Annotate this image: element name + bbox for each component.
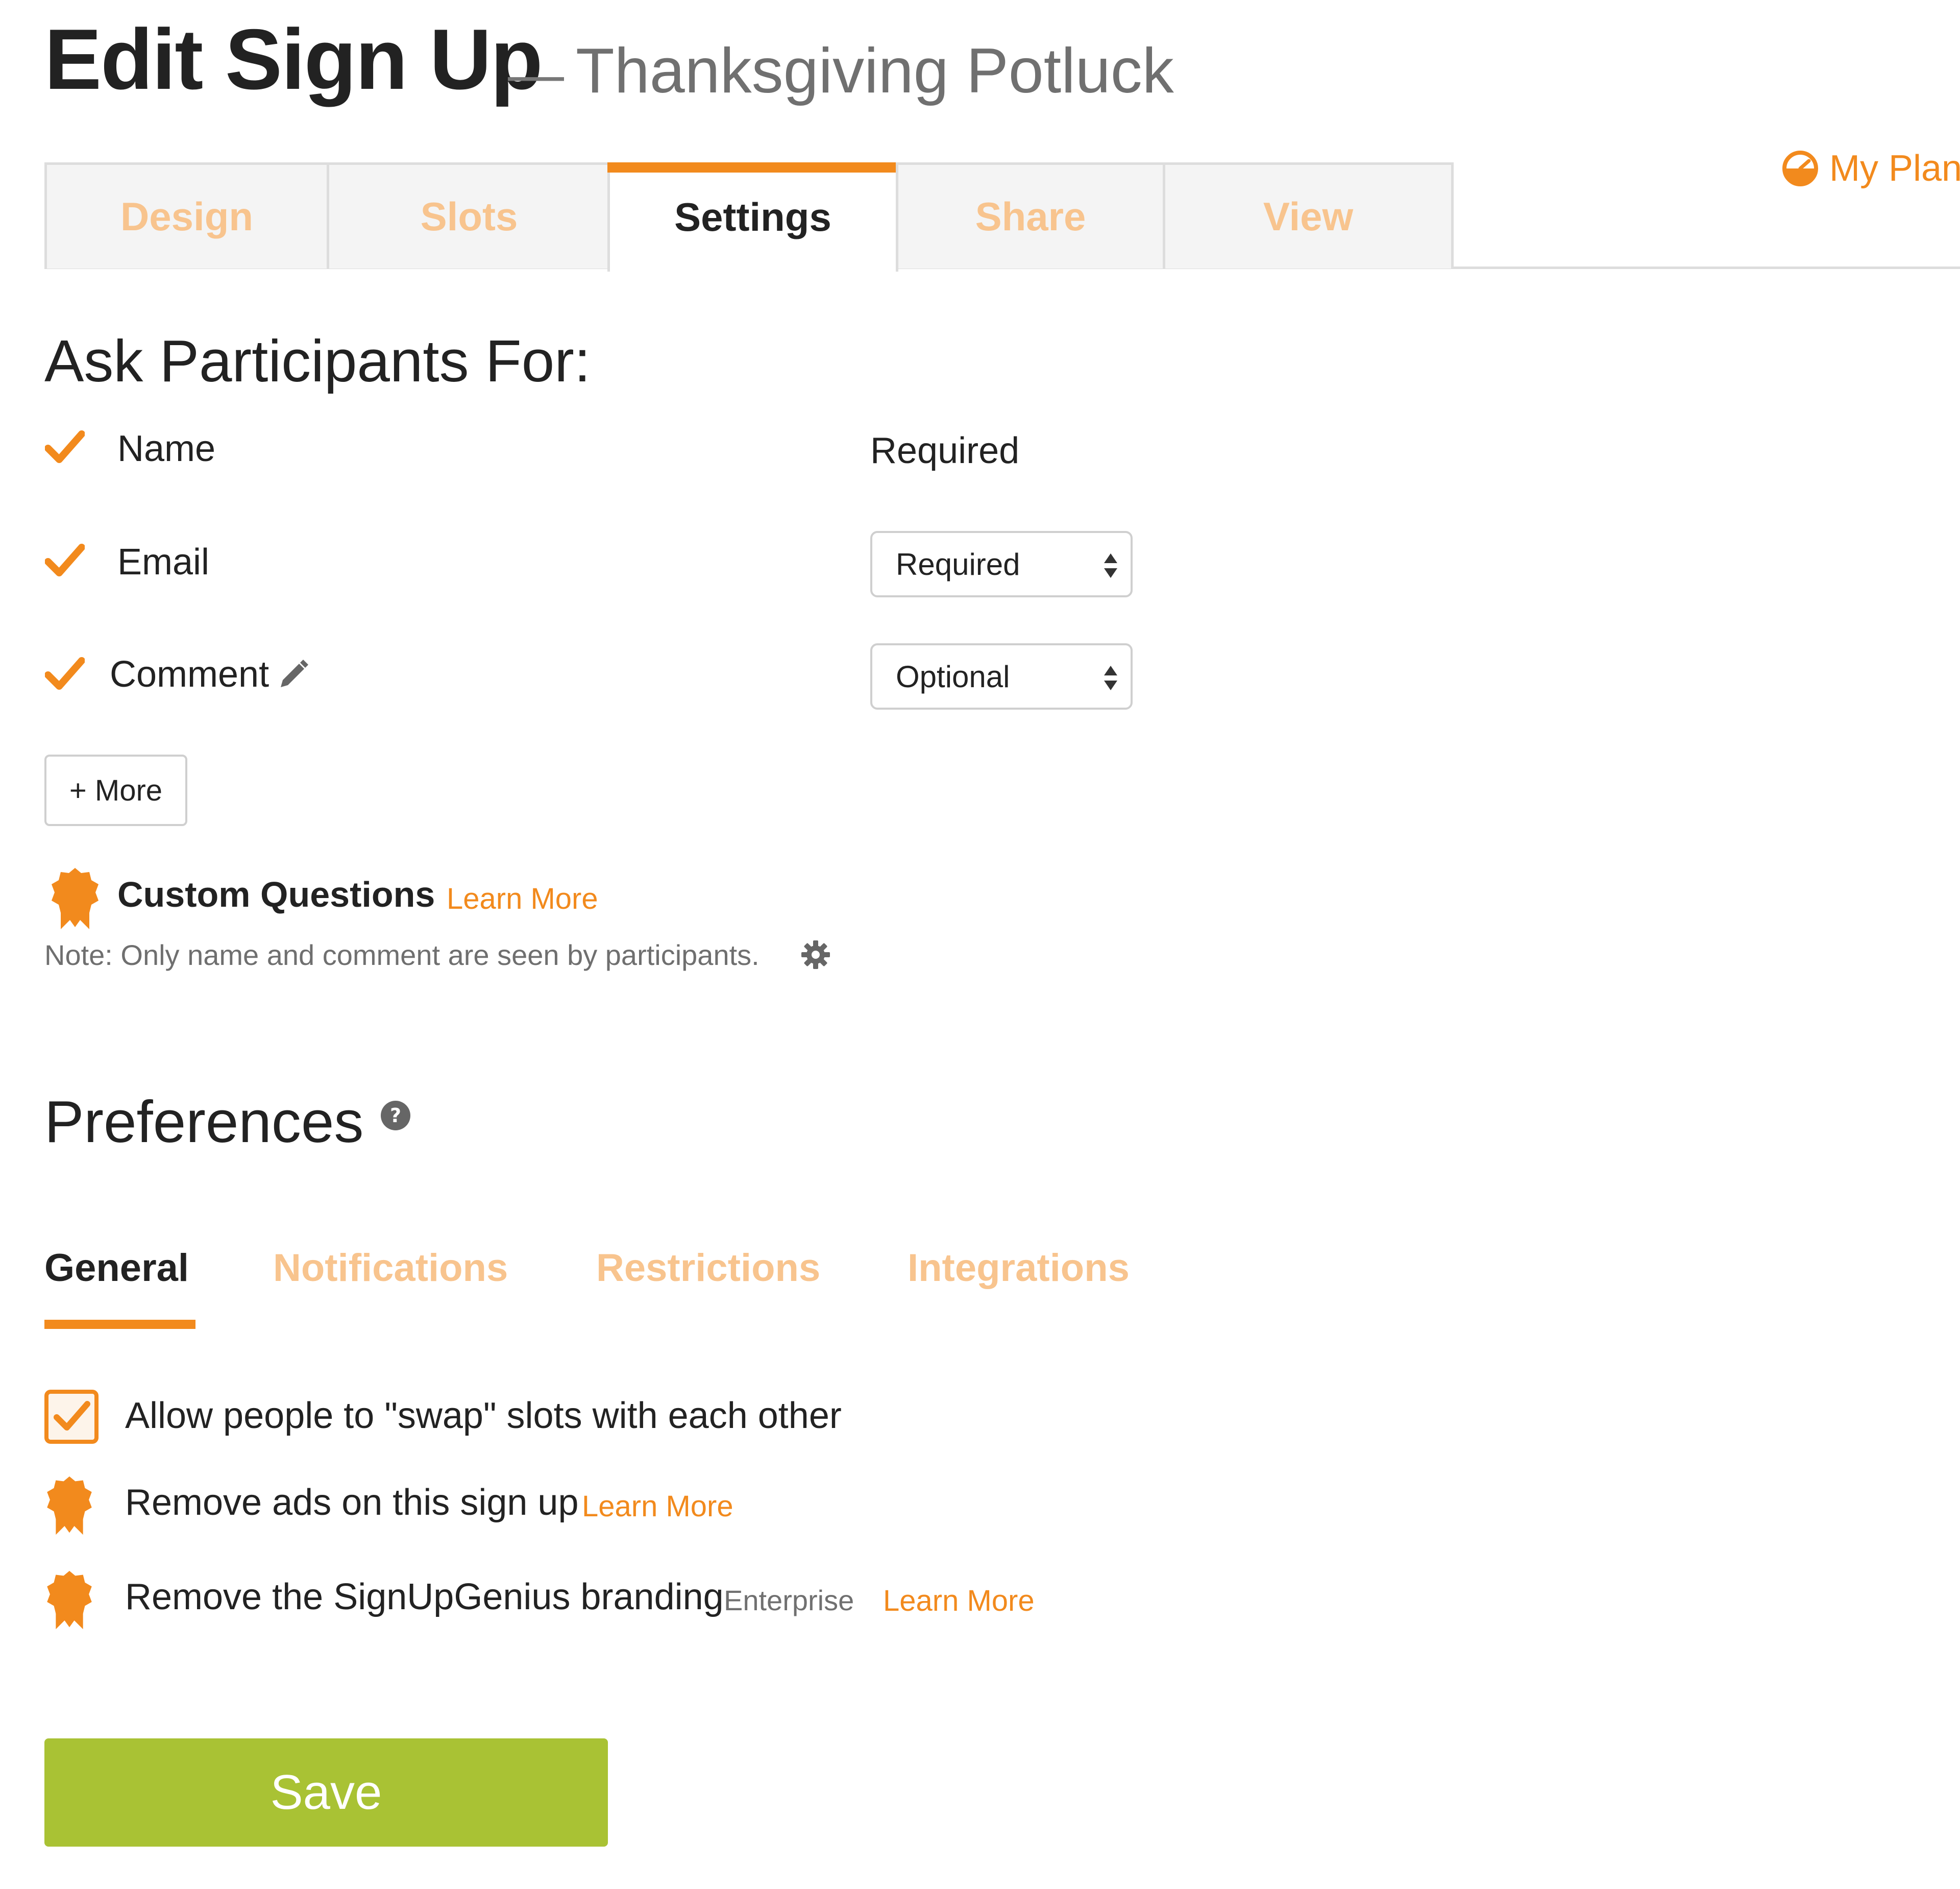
tab-view[interactable]: View <box>1163 162 1454 269</box>
custom-questions-label: Custom Questions <box>117 875 435 914</box>
premium-badge-icon <box>47 1570 92 1630</box>
event-name: Thanksgiving Potluck <box>576 36 1174 106</box>
swap-slots-checkbox[interactable] <box>44 1390 99 1444</box>
active-subtab-indicator <box>44 1320 195 1329</box>
preferences-heading: Preferences <box>44 1088 364 1155</box>
remove-branding-learn-more-link[interactable]: Learn More <box>883 1584 1035 1618</box>
page-title: Edit Sign Up <box>44 11 543 107</box>
tab-label: Slots <box>420 194 518 239</box>
select-value: Optional <box>896 659 1010 694</box>
field-label-comment: Comment <box>110 654 270 695</box>
name-requirement-text: Required <box>870 430 1020 471</box>
custom-questions-learn-more-link[interactable]: Learn More <box>447 882 598 916</box>
tab-slots[interactable]: Slots <box>327 162 611 269</box>
swap-slots-label: Allow people to "swap" slots with each o… <box>125 1395 842 1436</box>
save-button[interactable]: Save <box>44 1738 608 1847</box>
remove-ads-learn-more-link[interactable]: Learn More <box>582 1489 733 1523</box>
remove-ads-label: Remove ads on this sign up <box>125 1482 579 1523</box>
tab-label: View <box>1263 194 1354 239</box>
tab-design[interactable]: Design <box>44 162 329 269</box>
enterprise-tag: Enterprise <box>724 1584 854 1616</box>
field-label-email: Email <box>117 542 210 583</box>
subtab-general[interactable]: General <box>44 1246 189 1290</box>
email-requirement-select[interactable]: Required <box>870 531 1133 597</box>
gear-icon[interactable] <box>800 939 831 970</box>
tab-settings[interactable]: Settings <box>607 162 898 272</box>
svg-text:?: ? <box>390 1104 401 1127</box>
field-label-name: Name <box>117 428 216 469</box>
remove-branding-label: Remove the SignUpGenius branding <box>125 1577 724 1617</box>
subtab-restrictions[interactable]: Restrictions <box>596 1246 820 1290</box>
gauge-icon <box>1782 151 1818 186</box>
pencil-icon[interactable] <box>276 659 309 692</box>
help-icon[interactable]: ? <box>380 1100 411 1131</box>
comment-requirement-select[interactable]: Optional <box>870 643 1133 710</box>
my-plan-link[interactable]: My Plan <box>1781 143 1960 194</box>
my-plan-label: My Plan <box>1829 148 1960 189</box>
select-arrows-icon <box>1104 553 1117 578</box>
select-arrows-icon <box>1104 666 1117 690</box>
participants-note: Note: Only name and comment are seen by … <box>44 939 760 971</box>
select-value: Required <box>896 547 1020 582</box>
checkmark-icon[interactable] <box>45 543 85 578</box>
tab-label: Share <box>975 194 1086 239</box>
premium-badge-icon <box>52 868 99 929</box>
tab-label: Settings <box>674 194 831 239</box>
checkmark-icon <box>54 1401 90 1431</box>
subtab-notifications[interactable]: Notifications <box>273 1246 508 1290</box>
more-fields-button[interactable]: + More <box>44 755 187 826</box>
tab-share[interactable]: Share <box>896 162 1165 269</box>
title-separator: — <box>508 43 564 106</box>
ask-participants-heading: Ask Participants For: <box>44 328 591 394</box>
tab-label: Design <box>120 194 254 239</box>
subtab-integrations[interactable]: Integrations <box>908 1246 1130 1290</box>
premium-badge-icon <box>47 1476 92 1535</box>
checkmark-icon[interactable] <box>45 657 85 691</box>
checkmark-icon[interactable] <box>45 430 85 465</box>
